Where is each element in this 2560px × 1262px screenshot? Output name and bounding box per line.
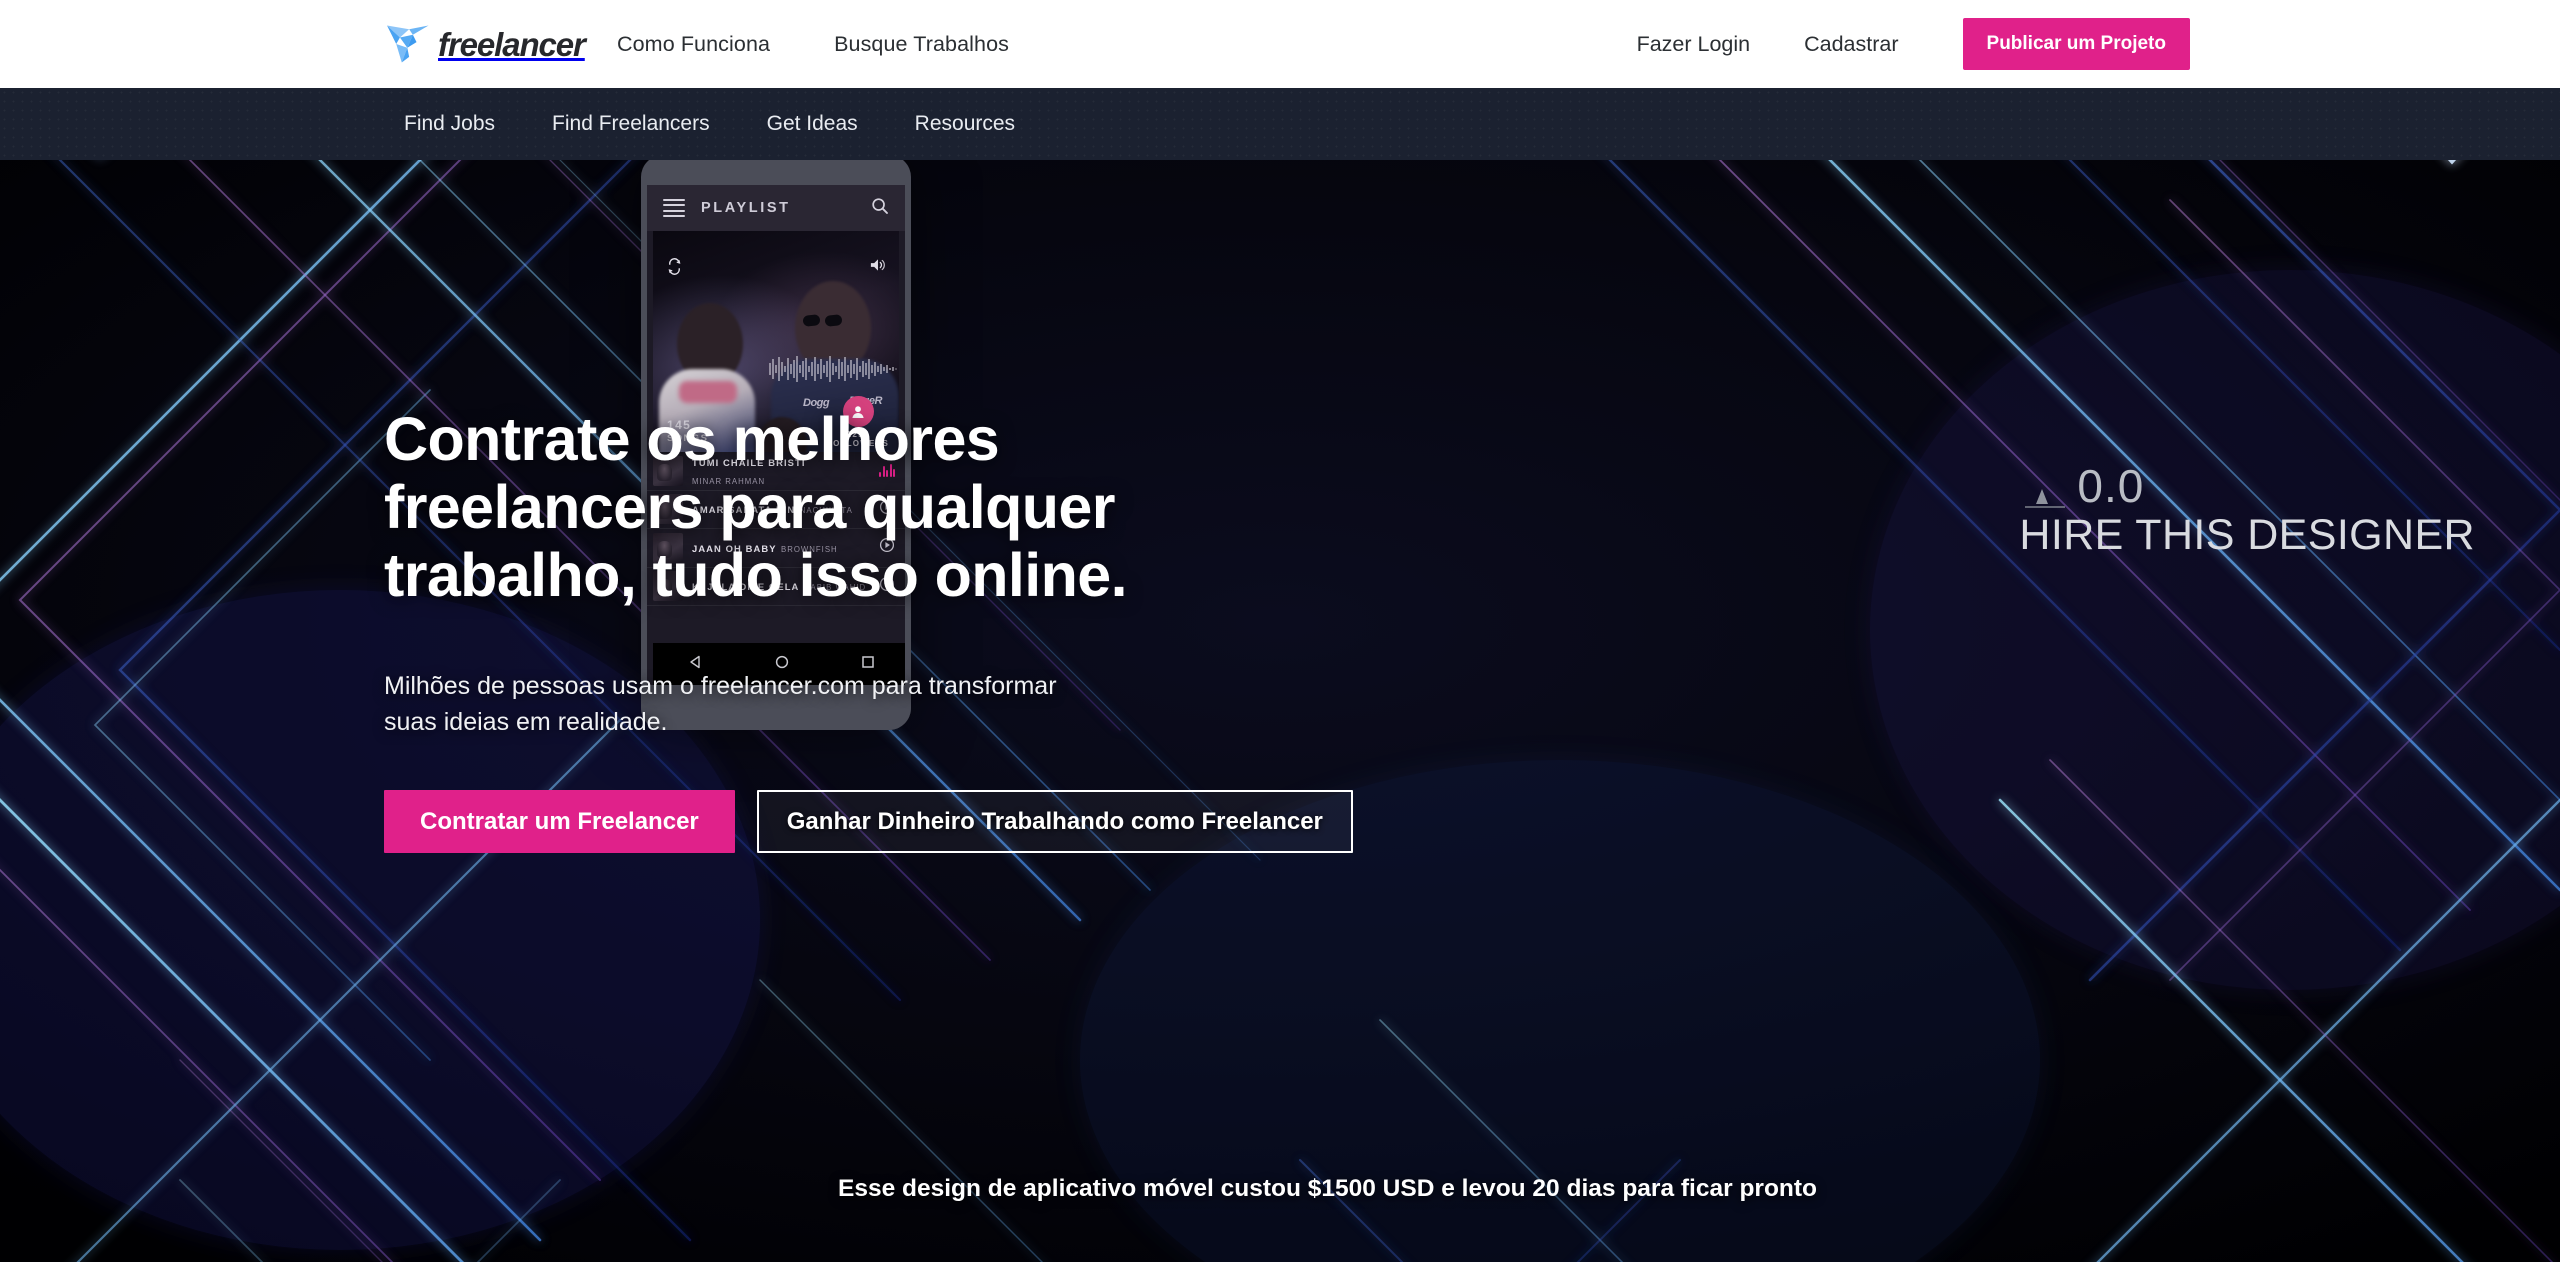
- hire-designer-overlay[interactable]: 0.0 HIRE THIS DESIGNER: [2019, 460, 2475, 560]
- search-icon[interactable]: [871, 197, 889, 220]
- cta-row: Contratar um Freelancer Ganhar Dinheiro …: [384, 790, 1353, 853]
- hero-copy: Contrate os melhores freelancers para qu…: [384, 405, 1353, 853]
- login-link[interactable]: Fazer Login: [1637, 32, 1751, 57]
- site-header: freelancer Como Funciona Busque Trabalho…: [0, 0, 2560, 88]
- app-header: PLAYLIST: [647, 185, 905, 231]
- subnav-find-jobs[interactable]: Find Jobs: [404, 112, 495, 136]
- design-caption: Esse design de aplicativo móvel custou $…: [838, 1175, 1817, 1202]
- subnav-get-ideas[interactable]: Get Ideas: [767, 112, 858, 136]
- primary-nav: Como Funciona Busque Trabalhos: [617, 0, 1009, 88]
- waveform-graphic: [769, 356, 897, 382]
- rating-star-icon: [2025, 488, 2066, 508]
- secondary-nav: Find Jobs Find Freelancers Get Ideas Res…: [0, 88, 2560, 160]
- hire-designer-label: HIRE THIS DESIGNER: [2019, 510, 2475, 559]
- menu-icon[interactable]: [663, 195, 685, 221]
- designer-rating: 0.0: [2077, 460, 2145, 512]
- freelancer-logo[interactable]: freelancer: [385, 18, 586, 70]
- hero-section: 1.00 PLAYLIST: [0, 160, 2560, 1262]
- nav-como-funciona[interactable]: Como Funciona: [617, 32, 770, 57]
- earn-money-button[interactable]: Ganhar Dinheiro Trabalhando como Freelan…: [756, 790, 1353, 853]
- subnav-find-freelancers[interactable]: Find Freelancers: [552, 112, 710, 136]
- repeat-icon[interactable]: [666, 258, 683, 280]
- hire-freelancer-button[interactable]: Contratar um Freelancer: [384, 790, 735, 853]
- rating-row: 0.0: [2019, 460, 2475, 512]
- logo-wordmark: freelancer: [438, 25, 586, 63]
- signup-link[interactable]: Cadastrar: [1804, 32, 1898, 57]
- app-title: PLAYLIST: [701, 200, 791, 216]
- subnav-resources[interactable]: Resources: [915, 112, 1015, 136]
- header-actions: Fazer Login Cadastrar Publicar um Projet…: [1637, 0, 2560, 88]
- post-project-button[interactable]: Publicar um Projeto: [1962, 18, 2190, 70]
- nav-busque-trabalhos[interactable]: Busque Trabalhos: [834, 32, 1009, 57]
- volume-icon[interactable]: [869, 257, 886, 278]
- page-title: Contrate os melhores freelancers para qu…: [384, 405, 1128, 609]
- hero-subtitle: Milhões de pessoas usam o freelancer.com…: [384, 672, 1057, 736]
- freelancer-bird-icon: [387, 25, 429, 63]
